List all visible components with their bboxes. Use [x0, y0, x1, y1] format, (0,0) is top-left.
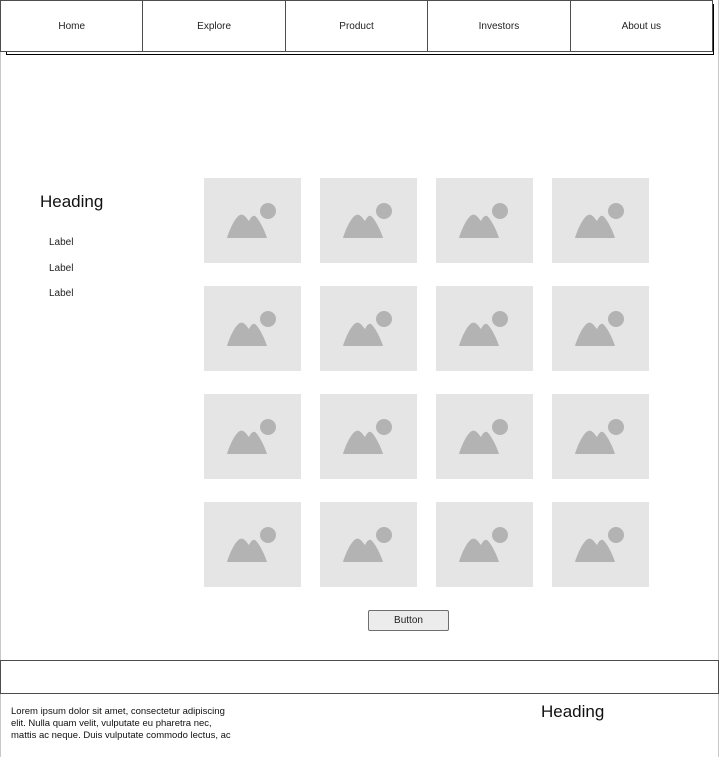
image-placeholder-icon — [574, 526, 624, 562]
nav-item-product[interactable]: Product — [286, 1, 429, 51]
image-placeholder-icon — [342, 526, 392, 562]
sidebar-label-1[interactable]: Label — [49, 237, 73, 248]
image-placeholder-tile[interactable] — [436, 502, 533, 587]
image-placeholder-tile[interactable] — [552, 286, 649, 371]
image-placeholder-tile[interactable] — [204, 286, 301, 371]
image-placeholder-icon — [342, 310, 392, 346]
image-placeholder-tile[interactable] — [552, 394, 649, 479]
image-placeholder-tile[interactable] — [436, 286, 533, 371]
image-placeholder-tile[interactable] — [552, 502, 649, 587]
image-placeholder-icon — [458, 202, 508, 238]
footer-bar — [0, 660, 719, 694]
image-placeholder-tile[interactable] — [436, 178, 533, 263]
sidebar-heading: Heading — [40, 192, 104, 211]
image-placeholder-tile[interactable] — [204, 394, 301, 479]
sidebar-label-3[interactable]: Label — [49, 288, 73, 299]
image-placeholder-icon — [342, 418, 392, 454]
image-placeholder-tile[interactable] — [320, 286, 417, 371]
image-placeholder-icon — [342, 202, 392, 238]
image-placeholder-icon — [458, 526, 508, 562]
image-placeholder-tile[interactable] — [436, 394, 533, 479]
image-placeholder-icon — [574, 418, 624, 454]
sidebar-label-2[interactable]: Label — [49, 263, 73, 274]
top-nav: Home Explore Product Investors About us — [0, 0, 713, 52]
image-placeholder-icon — [226, 202, 276, 238]
image-placeholder-icon — [458, 418, 508, 454]
image-placeholder-tile[interactable] — [552, 178, 649, 263]
main-button[interactable]: Button — [368, 610, 449, 631]
footer-text-line: elit. Nulla quam velit, vulputate eu pha… — [11, 718, 212, 729]
image-placeholder-tile[interactable] — [204, 502, 301, 587]
footer-text: Lorem ipsum dolor sit amet, consectetur … — [11, 706, 241, 742]
image-placeholder-icon — [226, 418, 276, 454]
footer-text-line: Lorem ipsum dolor sit amet, consectetur … — [11, 706, 225, 717]
nav-item-explore[interactable]: Explore — [143, 1, 286, 51]
footer-heading: Heading — [541, 702, 605, 721]
image-placeholder-icon — [226, 526, 276, 562]
image-placeholder-icon — [458, 310, 508, 346]
nav-item-home[interactable]: Home — [1, 1, 144, 51]
image-placeholder-tile[interactable] — [204, 178, 301, 263]
image-placeholder-icon — [574, 310, 624, 346]
nav-item-about-us[interactable]: About us — [571, 1, 712, 51]
image-placeholder-icon — [574, 202, 624, 238]
image-placeholder-tile[interactable] — [320, 178, 417, 263]
image-placeholder-tile[interactable] — [320, 502, 417, 587]
image-placeholder-icon — [226, 310, 276, 346]
footer-text-line: mattis ac neque. Duis vulputate commodo … — [11, 730, 231, 741]
nav-item-investors[interactable]: Investors — [428, 1, 571, 51]
image-placeholder-tile[interactable] — [320, 394, 417, 479]
image-gallery — [204, 178, 649, 587]
